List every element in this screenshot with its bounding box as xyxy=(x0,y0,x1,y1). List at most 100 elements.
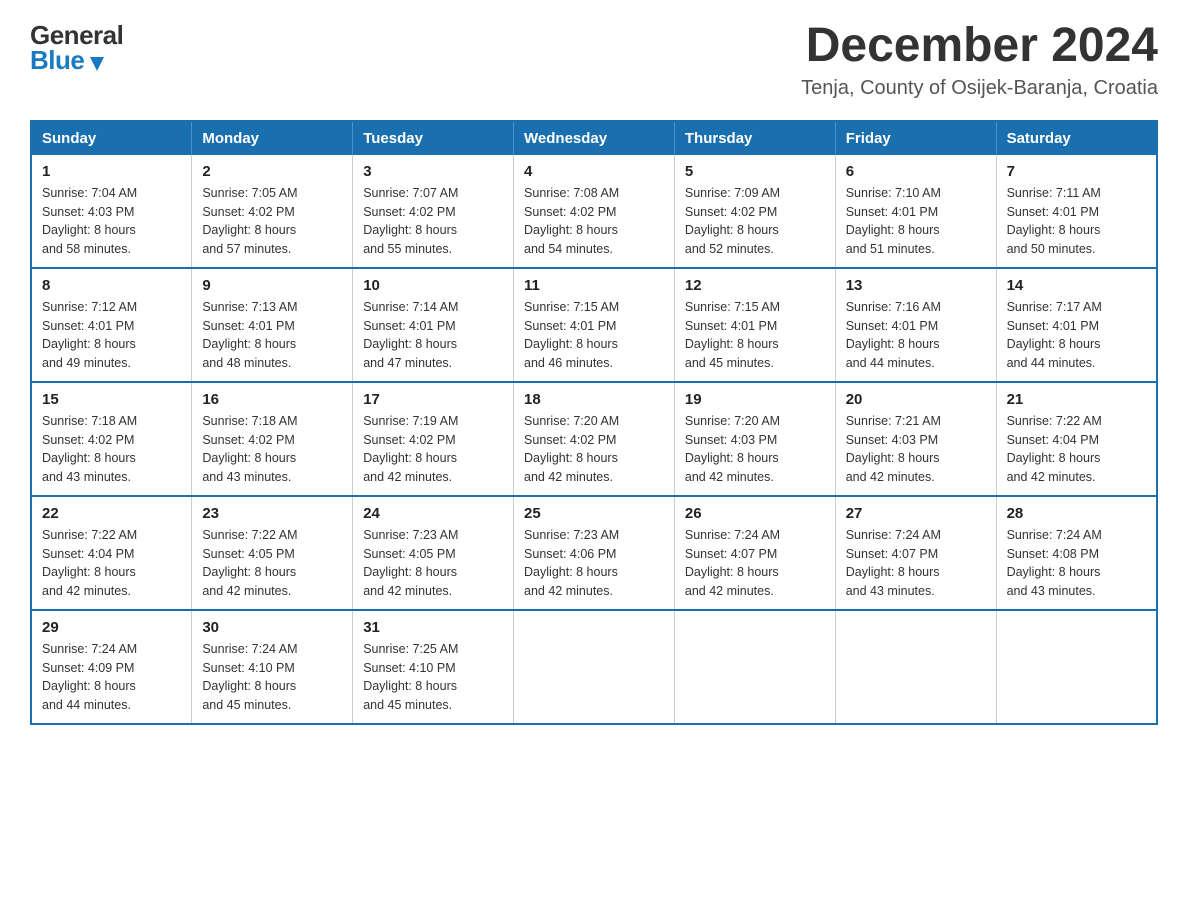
page-subtitle: Tenja, County of Osijek-Baranja, Croatia xyxy=(801,77,1158,100)
day-info: Sunrise: 7:24 AM Sunset: 4:09 PM Dayligh… xyxy=(42,640,181,715)
day-info: Sunrise: 7:07 AM Sunset: 4:02 PM Dayligh… xyxy=(363,184,503,259)
page-header: General Blue December 2024 Tenja, County… xyxy=(30,20,1158,100)
day-info: Sunrise: 7:18 AM Sunset: 4:02 PM Dayligh… xyxy=(42,412,181,487)
day-info: Sunrise: 7:11 AM Sunset: 4:01 PM Dayligh… xyxy=(1007,184,1146,259)
calendar-cell: 13 Sunrise: 7:16 AM Sunset: 4:01 PM Dayl… xyxy=(835,268,996,382)
day-info: Sunrise: 7:12 AM Sunset: 4:01 PM Dayligh… xyxy=(42,298,181,373)
calendar-cell xyxy=(514,610,675,724)
day-number: 30 xyxy=(202,619,342,636)
calendar-week-row: 1 Sunrise: 7:04 AM Sunset: 4:03 PM Dayli… xyxy=(31,155,1157,268)
calendar-cell: 21 Sunrise: 7:22 AM Sunset: 4:04 PM Dayl… xyxy=(996,382,1157,496)
day-info: Sunrise: 7:25 AM Sunset: 4:10 PM Dayligh… xyxy=(363,640,503,715)
calendar-table: SundayMondayTuesdayWednesdayThursdayFrid… xyxy=(30,120,1158,725)
day-info: Sunrise: 7:08 AM Sunset: 4:02 PM Dayligh… xyxy=(524,184,664,259)
day-number: 4 xyxy=(524,163,664,180)
calendar-cell: 18 Sunrise: 7:20 AM Sunset: 4:02 PM Dayl… xyxy=(514,382,675,496)
calendar-cell: 6 Sunrise: 7:10 AM Sunset: 4:01 PM Dayli… xyxy=(835,155,996,268)
day-number: 11 xyxy=(524,277,664,294)
day-info: Sunrise: 7:24 AM Sunset: 4:07 PM Dayligh… xyxy=(685,526,825,601)
day-number: 7 xyxy=(1007,163,1146,180)
calendar-cell: 25 Sunrise: 7:23 AM Sunset: 4:06 PM Dayl… xyxy=(514,496,675,610)
day-number: 19 xyxy=(685,391,825,408)
day-number: 29 xyxy=(42,619,181,636)
day-number: 1 xyxy=(42,163,181,180)
header-sunday: Sunday xyxy=(31,121,192,155)
calendar-cell: 28 Sunrise: 7:24 AM Sunset: 4:08 PM Dayl… xyxy=(996,496,1157,610)
calendar-cell: 30 Sunrise: 7:24 AM Sunset: 4:10 PM Dayl… xyxy=(192,610,353,724)
day-number: 6 xyxy=(846,163,986,180)
calendar-cell: 10 Sunrise: 7:14 AM Sunset: 4:01 PM Dayl… xyxy=(353,268,514,382)
day-info: Sunrise: 7:22 AM Sunset: 4:05 PM Dayligh… xyxy=(202,526,342,601)
logo: General Blue xyxy=(30,20,123,76)
day-info: Sunrise: 7:24 AM Sunset: 4:08 PM Dayligh… xyxy=(1007,526,1146,601)
day-info: Sunrise: 7:16 AM Sunset: 4:01 PM Dayligh… xyxy=(846,298,986,373)
calendar-cell xyxy=(996,610,1157,724)
logo-blue-text: Blue xyxy=(30,45,84,76)
day-number: 5 xyxy=(685,163,825,180)
day-info: Sunrise: 7:15 AM Sunset: 4:01 PM Dayligh… xyxy=(524,298,664,373)
calendar-cell: 23 Sunrise: 7:22 AM Sunset: 4:05 PM Dayl… xyxy=(192,496,353,610)
day-info: Sunrise: 7:20 AM Sunset: 4:03 PM Dayligh… xyxy=(685,412,825,487)
calendar-cell: 31 Sunrise: 7:25 AM Sunset: 4:10 PM Dayl… xyxy=(353,610,514,724)
day-number: 16 xyxy=(202,391,342,408)
calendar-cell xyxy=(835,610,996,724)
day-info: Sunrise: 7:23 AM Sunset: 4:05 PM Dayligh… xyxy=(363,526,503,601)
day-number: 18 xyxy=(524,391,664,408)
day-info: Sunrise: 7:10 AM Sunset: 4:01 PM Dayligh… xyxy=(846,184,986,259)
day-info: Sunrise: 7:23 AM Sunset: 4:06 PM Dayligh… xyxy=(524,526,664,601)
day-number: 17 xyxy=(363,391,503,408)
calendar-cell: 3 Sunrise: 7:07 AM Sunset: 4:02 PM Dayli… xyxy=(353,155,514,268)
day-info: Sunrise: 7:17 AM Sunset: 4:01 PM Dayligh… xyxy=(1007,298,1146,373)
day-number: 23 xyxy=(202,505,342,522)
logo-arrow-icon xyxy=(86,53,108,75)
day-info: Sunrise: 7:05 AM Sunset: 4:02 PM Dayligh… xyxy=(202,184,342,259)
day-info: Sunrise: 7:22 AM Sunset: 4:04 PM Dayligh… xyxy=(1007,412,1146,487)
day-number: 12 xyxy=(685,277,825,294)
calendar-cell: 7 Sunrise: 7:11 AM Sunset: 4:01 PM Dayli… xyxy=(996,155,1157,268)
header-wednesday: Wednesday xyxy=(514,121,675,155)
day-number: 26 xyxy=(685,505,825,522)
calendar-cell: 14 Sunrise: 7:17 AM Sunset: 4:01 PM Dayl… xyxy=(996,268,1157,382)
calendar-cell: 16 Sunrise: 7:18 AM Sunset: 4:02 PM Dayl… xyxy=(192,382,353,496)
day-number: 21 xyxy=(1007,391,1146,408)
calendar-week-row: 8 Sunrise: 7:12 AM Sunset: 4:01 PM Dayli… xyxy=(31,268,1157,382)
calendar-week-row: 15 Sunrise: 7:18 AM Sunset: 4:02 PM Dayl… xyxy=(31,382,1157,496)
calendar-cell: 22 Sunrise: 7:22 AM Sunset: 4:04 PM Dayl… xyxy=(31,496,192,610)
header-monday: Monday xyxy=(192,121,353,155)
calendar-cell: 9 Sunrise: 7:13 AM Sunset: 4:01 PM Dayli… xyxy=(192,268,353,382)
day-info: Sunrise: 7:24 AM Sunset: 4:07 PM Dayligh… xyxy=(846,526,986,601)
day-number: 24 xyxy=(363,505,503,522)
calendar-cell: 19 Sunrise: 7:20 AM Sunset: 4:03 PM Dayl… xyxy=(674,382,835,496)
header-friday: Friday xyxy=(835,121,996,155)
calendar-cell: 20 Sunrise: 7:21 AM Sunset: 4:03 PM Dayl… xyxy=(835,382,996,496)
day-info: Sunrise: 7:04 AM Sunset: 4:03 PM Dayligh… xyxy=(42,184,181,259)
calendar-cell: 2 Sunrise: 7:05 AM Sunset: 4:02 PM Dayli… xyxy=(192,155,353,268)
day-info: Sunrise: 7:14 AM Sunset: 4:01 PM Dayligh… xyxy=(363,298,503,373)
day-number: 2 xyxy=(202,163,342,180)
day-number: 8 xyxy=(42,277,181,294)
calendar-cell: 8 Sunrise: 7:12 AM Sunset: 4:01 PM Dayli… xyxy=(31,268,192,382)
day-info: Sunrise: 7:18 AM Sunset: 4:02 PM Dayligh… xyxy=(202,412,342,487)
day-info: Sunrise: 7:24 AM Sunset: 4:10 PM Dayligh… xyxy=(202,640,342,715)
day-number: 27 xyxy=(846,505,986,522)
day-number: 28 xyxy=(1007,505,1146,522)
calendar-cell: 29 Sunrise: 7:24 AM Sunset: 4:09 PM Dayl… xyxy=(31,610,192,724)
calendar-cell: 15 Sunrise: 7:18 AM Sunset: 4:02 PM Dayl… xyxy=(31,382,192,496)
calendar-cell: 11 Sunrise: 7:15 AM Sunset: 4:01 PM Dayl… xyxy=(514,268,675,382)
calendar-cell xyxy=(674,610,835,724)
calendar-week-row: 29 Sunrise: 7:24 AM Sunset: 4:09 PM Dayl… xyxy=(31,610,1157,724)
day-info: Sunrise: 7:15 AM Sunset: 4:01 PM Dayligh… xyxy=(685,298,825,373)
day-info: Sunrise: 7:21 AM Sunset: 4:03 PM Dayligh… xyxy=(846,412,986,487)
day-info: Sunrise: 7:13 AM Sunset: 4:01 PM Dayligh… xyxy=(202,298,342,373)
day-info: Sunrise: 7:09 AM Sunset: 4:02 PM Dayligh… xyxy=(685,184,825,259)
page-title: December 2024 xyxy=(801,20,1158,73)
calendar-cell: 1 Sunrise: 7:04 AM Sunset: 4:03 PM Dayli… xyxy=(31,155,192,268)
day-number: 31 xyxy=(363,619,503,636)
calendar-cell: 4 Sunrise: 7:08 AM Sunset: 4:02 PM Dayli… xyxy=(514,155,675,268)
day-info: Sunrise: 7:19 AM Sunset: 4:02 PM Dayligh… xyxy=(363,412,503,487)
header-thursday: Thursday xyxy=(674,121,835,155)
day-number: 14 xyxy=(1007,277,1146,294)
day-number: 20 xyxy=(846,391,986,408)
day-number: 9 xyxy=(202,277,342,294)
day-number: 10 xyxy=(363,277,503,294)
